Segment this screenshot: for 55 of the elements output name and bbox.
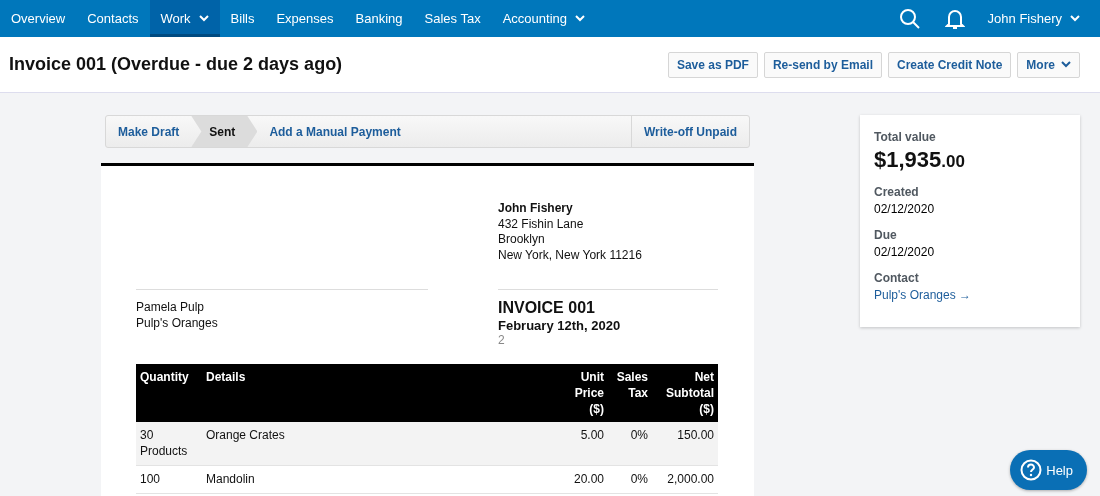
total-value: $1,935.00	[874, 147, 966, 173]
table-cell: Orange Crates	[202, 421, 560, 465]
recipient-line: Pamela Pulp	[136, 300, 206, 316]
address-line: Brooklyn	[498, 232, 546, 248]
column-header: Quantity	[136, 363, 202, 422]
write-off-button[interactable]: Write-off Unpaid	[630, 116, 749, 147]
action-button[interactable]: Create Credit Note	[887, 51, 1012, 78]
field-label: Contact	[874, 271, 920, 285]
table-cell: 30 Products	[136, 421, 202, 465]
table-cell: Mandolin	[202, 465, 560, 493]
page-title: Invoice 001 (Overdue - due 2 days ago)	[9, 54, 344, 75]
nav-tab[interactable]: Sales Tax	[413, 0, 492, 37]
nav-tab[interactable]: Work	[149, 0, 220, 37]
nav-tab[interactable]: Contacts	[76, 0, 150, 37]
table-cell: 150.00	[652, 421, 718, 465]
user-menu[interactable]: John Fishery	[976, 0, 1100, 37]
recipient-line: Pulp's Oranges	[136, 315, 219, 331]
action-button[interactable]: Re-send by Email	[763, 51, 882, 78]
question-icon	[1020, 459, 1043, 481]
field-label: Due	[874, 228, 898, 242]
table-cell: 20.00	[560, 465, 608, 493]
column-header: Details	[202, 363, 560, 422]
field-value: 02/12/2020	[874, 202, 936, 216]
field-label: Total value	[874, 130, 937, 144]
help-button[interactable]: Help	[1010, 450, 1087, 490]
address-line: 432 Fishin Lane	[498, 216, 585, 232]
nav-tab[interactable]: Overview	[0, 0, 77, 37]
action-button[interactable]: Save as PDF	[667, 51, 758, 78]
chevron-down-icon	[1070, 15, 1080, 22]
field-label: Created	[874, 185, 920, 199]
action-button[interactable]: More	[1017, 51, 1080, 78]
column-header: Sales Tax	[608, 363, 652, 422]
search-icon[interactable]	[898, 7, 921, 30]
table-cell: 0%	[608, 421, 652, 465]
contact-link[interactable]: Pulp's Oranges →	[874, 288, 1066, 302]
table-cell: 5.00	[560, 421, 608, 465]
workflow-step[interactable]: Sent	[191, 116, 258, 147]
column-header: Net Subtotal ($)	[652, 363, 718, 422]
workflow-step[interactable]: Make Draft	[106, 116, 192, 147]
nav-tab[interactable]: Accounting	[491, 0, 596, 37]
nav-tab[interactable]: Expenses	[265, 0, 345, 37]
nav-tab[interactable]: Banking	[344, 0, 414, 37]
sender-name: John Fishery	[498, 201, 574, 217]
invoice-date: February 12th, 2020	[498, 317, 622, 333]
workflow-step[interactable]: Add a Manual Payment	[257, 116, 413, 147]
field-value: 02/12/2020	[874, 245, 936, 259]
invoice-title: INVOICE 001	[498, 300, 596, 316]
address-line: New York, New York 11216	[498, 247, 643, 263]
table-cell: 0%	[608, 465, 652, 493]
invoice-reference: 2	[498, 333, 506, 349]
bell-icon[interactable]	[944, 7, 965, 30]
nav-tab[interactable]: Bills	[219, 0, 266, 37]
table-cell: 100	[136, 465, 202, 493]
table-cell: 2,000.00	[652, 465, 718, 493]
column-header: Unit Price ($)	[560, 363, 608, 422]
